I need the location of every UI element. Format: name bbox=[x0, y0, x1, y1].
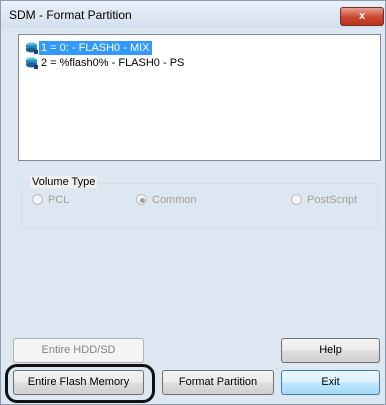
entire-hdd-sd-button[interactable]: Entire HDD/SD bbox=[13, 338, 144, 363]
help-button[interactable]: Help bbox=[281, 338, 380, 363]
disk-icon bbox=[26, 42, 38, 54]
partition-label: 2 = %flash0% - FLASH0 - PS bbox=[41, 57, 185, 69]
format-partition-button[interactable]: Format Partition bbox=[162, 370, 274, 395]
exit-button[interactable]: Exit bbox=[281, 370, 380, 395]
disk-icon bbox=[26, 57, 38, 69]
close-button[interactable]: x bbox=[340, 7, 384, 26]
partition-list[interactable]: 1 = 0: - FLASH0 - MIX 2 = %flash0% - FLA… bbox=[18, 34, 381, 161]
radio-label: Common bbox=[152, 194, 197, 206]
highlight-ring bbox=[5, 364, 155, 403]
radio-selected-icon bbox=[136, 194, 147, 205]
window-title: SDM - Format Partition bbox=[9, 8, 132, 22]
close-icon: x bbox=[358, 10, 366, 22]
volume-type-legend: Volume Type bbox=[30, 176, 98, 188]
radio-circle-icon bbox=[291, 194, 302, 205]
title-bar: SDM - Format Partition x bbox=[1, 1, 385, 28]
partition-label: 1 = 0: - FLASH0 - MIX bbox=[39, 41, 152, 55]
radio-label: PostScript bbox=[307, 194, 358, 206]
radio-circle-icon bbox=[32, 194, 43, 205]
radio-label: PCL bbox=[48, 194, 70, 206]
